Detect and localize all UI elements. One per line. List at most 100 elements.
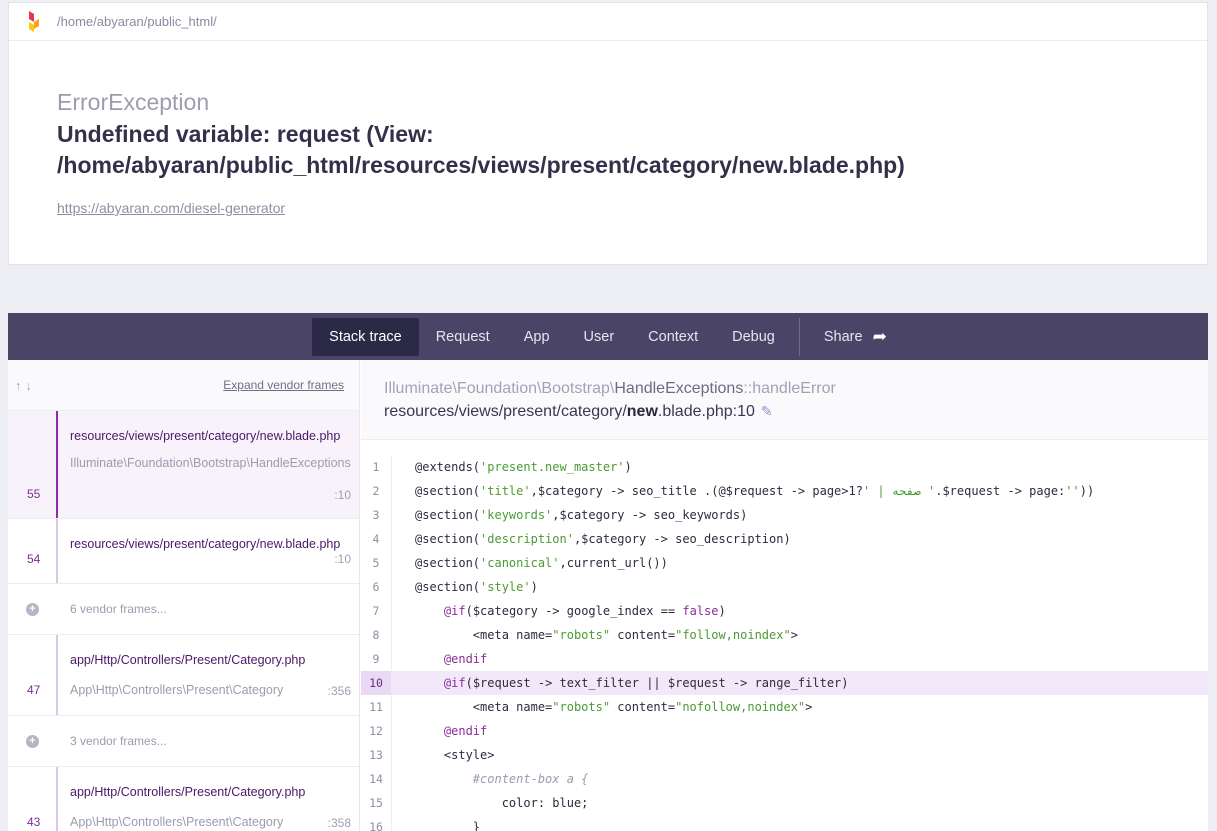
tab-user[interactable]: User [567, 318, 632, 356]
line-number[interactable]: 9 [361, 647, 392, 671]
frame-class: Illuminate\Foundation\Bootstrap\HandleEx… [70, 456, 351, 470]
frame-file: resources/views/present/category/new.bla… [70, 537, 341, 551]
method-name: ::handleError [743, 380, 836, 397]
frame-file-title: resources/views/present/category/new.bla… [384, 399, 1208, 424]
frame-marker [56, 767, 58, 831]
share-label: Share [823, 328, 863, 345]
code-line: 14 #content-box a { [361, 767, 1208, 791]
tab-app[interactable]: App [507, 318, 567, 356]
expand-plus-icon: + [26, 734, 39, 748]
frame-marker [56, 519, 58, 583]
vendor-frames-toggle[interactable]: + 3 vendor frames... [8, 716, 359, 767]
stack-frame[interactable]: app/Http/Controllers/Present/Category.ph… [8, 767, 359, 831]
frame-number: 47 [27, 683, 41, 697]
line-number[interactable]: 6 [361, 575, 392, 599]
stack-frame[interactable]: resources/views/present/category/new.bla… [8, 519, 359, 584]
file-name: new [626, 403, 658, 420]
tab-request[interactable]: Request [419, 318, 507, 356]
line-source: #content-box a { [472, 772, 589, 786]
line-source: color: blue; [415, 796, 589, 810]
stack-trace-card: Stack trace Request App User Context Deb… [8, 313, 1208, 831]
sidebar-header: ↑↓ Expand vendor frames [8, 360, 359, 411]
frame-number: 55 [27, 487, 41, 501]
line-number[interactable]: 11 [361, 695, 392, 719]
code-line: 9 @endif [361, 647, 1208, 671]
line-source: @section('title',$category -> seo_title … [415, 484, 1095, 498]
frame-marker [56, 411, 58, 518]
line-number[interactable]: 14 [361, 767, 392, 791]
ignition-logo-icon [29, 10, 39, 32]
request-url-link[interactable]: https://abyaran.com/diesel-generator [57, 200, 285, 216]
exception-header-card: /home/abyaran/public_html/ ErrorExceptio… [8, 2, 1208, 265]
code-line: 1 @extends('present.new_master') [361, 455, 1208, 479]
line-source: @endif [443, 724, 488, 738]
frame-file: app/Http/Controllers/Present/Category.ph… [70, 785, 306, 799]
code-line: 10 @if($request -> text_filter || $reque… [361, 671, 1208, 695]
frame-class: App\Http\Controllers\Present\Category [70, 815, 284, 829]
stack-frame[interactable]: app/Http/Controllers/Present/Category.ph… [8, 635, 359, 716]
frame-file: app/Http/Controllers/Present/Category.ph… [70, 653, 306, 667]
tab-debug[interactable]: Debug [715, 318, 792, 356]
class-namespace: Illuminate\Foundation\Bootstrap\ [384, 380, 615, 397]
frame-line: :10 [334, 552, 351, 566]
code-line: 15 color: blue; [361, 791, 1208, 815]
share-arrow-icon: ➦ [872, 326, 887, 346]
line-number[interactable]: 4 [361, 527, 392, 551]
line-number[interactable]: 16 [361, 815, 392, 831]
code-line: 8 <meta name="robots" content="follow,no… [361, 623, 1208, 647]
edit-pencil-icon[interactable]: ✎ [761, 403, 773, 419]
tab-stack-trace[interactable]: Stack trace [312, 317, 419, 356]
frame-line: :10 [334, 488, 351, 502]
line-number[interactable]: 2 [361, 479, 392, 503]
frame-nav-arrows-icon[interactable]: ↑↓ [15, 378, 36, 393]
vendor-frames-toggle[interactable]: + 6 vendor frames... [8, 584, 359, 635]
line-number[interactable]: 10 [361, 671, 392, 695]
top-bar: /home/abyaran/public_html/ [9, 3, 1207, 41]
line-source: @section('keywords',$category -> seo_key… [415, 508, 748, 522]
line-number[interactable]: 3 [361, 503, 392, 527]
line-number[interactable]: 12 [361, 719, 392, 743]
code-line: 4 @section('description',$category -> seo… [361, 527, 1208, 551]
frame-file: resources/views/present/category/new.bla… [70, 429, 341, 443]
line-source: @section('description',$category -> seo_… [415, 532, 791, 546]
code-line: 3 @section('keywords',$category -> seo_ke… [361, 503, 1208, 527]
class-name: HandleExceptions [614, 380, 744, 397]
line-number[interactable]: 13 [361, 743, 392, 767]
line-number[interactable]: 15 [361, 791, 392, 815]
frame-line: :358 [327, 816, 351, 830]
code-line: 11 <meta name="robots" content="nofollow… [361, 695, 1208, 719]
stack-frame[interactable]: resources/views/present/category/new.bla… [8, 411, 359, 519]
line-number[interactable]: 8 [361, 623, 392, 647]
line-source: @section('style') [415, 580, 538, 594]
line-source: @if($request -> text_filter || $request … [443, 676, 849, 690]
code-header: Illuminate\Foundation\Bootstrap\HandleEx… [361, 360, 1208, 440]
vendor-frames-label: 6 vendor frames... [70, 602, 167, 616]
line-source: @endif [443, 652, 488, 666]
line-source: <meta name="robots" content="nofollow,no… [415, 700, 813, 714]
frame-number: 43 [27, 815, 41, 829]
code-line: 2 @section('title',$category -> seo_title… [361, 479, 1208, 503]
tab-bar: Stack trace Request App User Context Deb… [8, 313, 1208, 360]
app-path: /home/abyaran/public_html/ [57, 14, 217, 29]
code-line: 6 @section('style') [361, 575, 1208, 599]
expand-vendor-frames-link[interactable]: Expand vendor frames [223, 378, 344, 392]
line-number[interactable]: 7 [361, 599, 392, 623]
line-source: @if($category -> google_index == false) [443, 604, 726, 618]
vendor-frames-label: 3 vendor frames... [70, 734, 167, 748]
line-source: @extends('present.new_master') [415, 460, 632, 474]
code-line: 7 @if($category -> google_index == false… [361, 599, 1208, 623]
line-source: <meta name="robots" content="follow,noin… [415, 628, 798, 642]
frame-number: 54 [27, 552, 41, 566]
line-source: } [415, 820, 481, 831]
code-snippet: 1 @extends('present.new_master') 2 @section… [361, 455, 1208, 831]
frame-class-title: Illuminate\Foundation\Bootstrap\HandleEx… [384, 379, 1208, 399]
tab-context[interactable]: Context [631, 318, 715, 356]
code-viewer: Illuminate\Foundation\Bootstrap\HandleEx… [361, 360, 1208, 831]
line-number[interactable]: 1 [361, 455, 392, 479]
line-source: @section('canonical',current_url()) [415, 556, 668, 570]
exception-message: Undefined variable: request (View: /home… [57, 121, 905, 178]
share-button[interactable]: Share ➦ [807, 318, 904, 356]
frame-class: App\Http\Controllers\Present\Category [70, 683, 284, 697]
line-number[interactable]: 5 [361, 551, 392, 575]
code-line: 12 @endif [361, 719, 1208, 743]
